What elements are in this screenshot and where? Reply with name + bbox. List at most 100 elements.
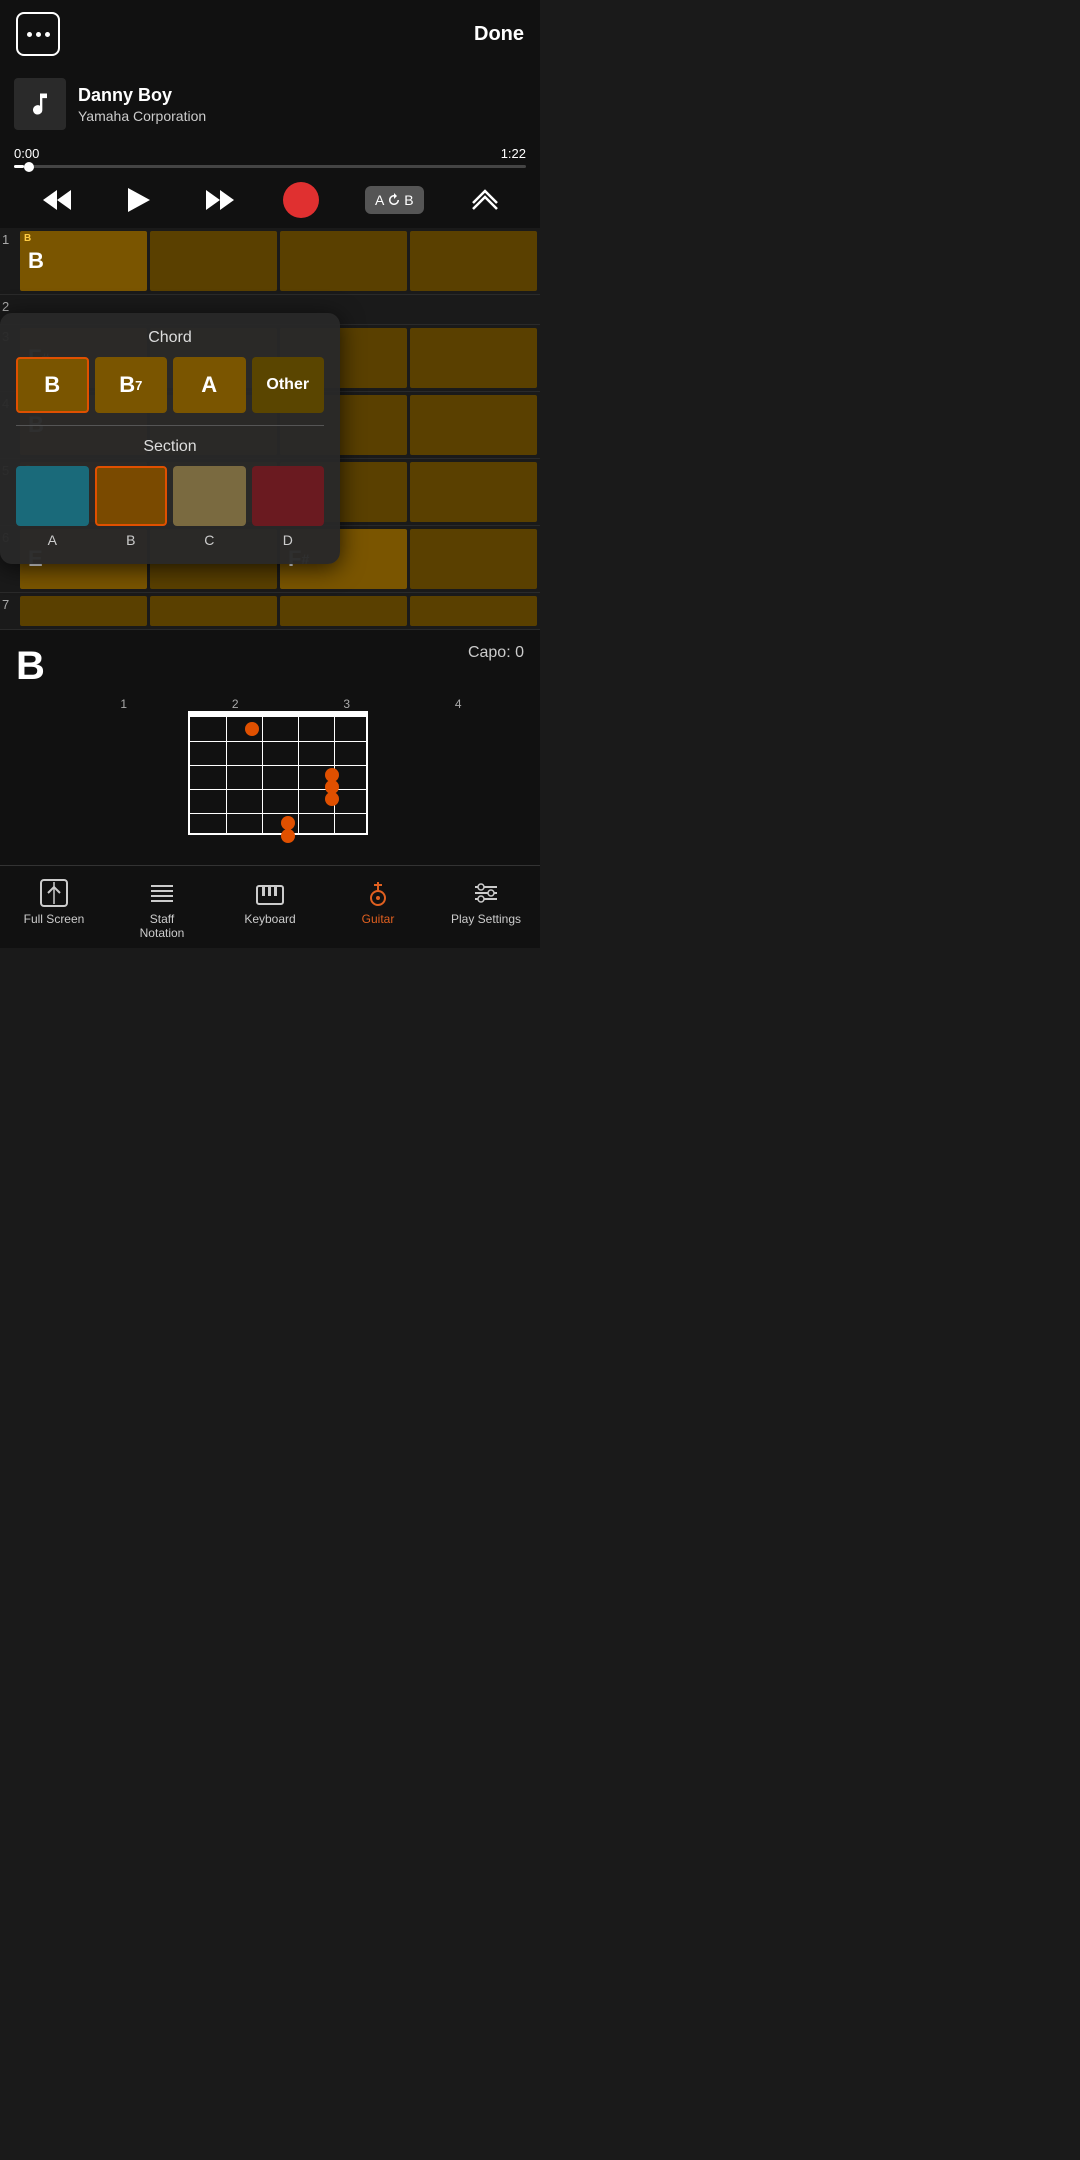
chord-cell-1-2[interactable] xyxy=(150,231,277,291)
chord-cell-1-4[interactable] xyxy=(410,231,537,291)
chord-grid-area: Chord B B7 A Other Section A B C D 1 B B xyxy=(0,228,540,630)
nav-guitar-label: Guitar xyxy=(362,912,395,926)
guitar-icon xyxy=(363,878,393,908)
ab-refresh-icon xyxy=(387,193,401,207)
string-line-1 xyxy=(226,717,227,833)
album-art xyxy=(14,78,66,130)
string-line-2 xyxy=(262,717,263,833)
fret-line-3 xyxy=(190,789,366,790)
finger-dot-6 xyxy=(281,829,295,843)
menu-dots-button[interactable] xyxy=(16,12,60,56)
progress-times: 0:00 1:22 xyxy=(14,146,526,161)
dot3 xyxy=(45,32,50,37)
chord-cell-1-3[interactable] xyxy=(280,231,407,291)
chord-cell-1-1[interactable]: B B xyxy=(20,231,147,291)
fret-num-2: 2 xyxy=(180,697,292,711)
fret-line-1 xyxy=(190,741,366,742)
keyboard-icon xyxy=(255,878,285,908)
chord-cell-4-4[interactable] xyxy=(410,395,537,455)
play-icon xyxy=(120,182,156,218)
chord-cell-6-4[interactable] xyxy=(410,529,537,589)
nav-play-settings[interactable]: Play Settings xyxy=(432,874,540,944)
progress-area[interactable]: 0:00 1:22 xyxy=(0,140,540,172)
fret-num-3: 3 xyxy=(291,697,403,711)
nav-staff-notation[interactable]: StaffNotation xyxy=(108,874,216,944)
progress-bar[interactable] xyxy=(14,165,526,168)
section-label-d: D xyxy=(252,532,325,548)
section-option-c[interactable] xyxy=(173,466,246,526)
nav-settings-label: Play Settings xyxy=(451,912,521,926)
track-text: Danny Boy Yamaha Corporation xyxy=(78,85,206,124)
nav-keyboard-label: Keyboard xyxy=(244,912,295,926)
section-labels-row: A B C D xyxy=(16,532,324,548)
section-popup-title: Section xyxy=(16,438,324,456)
priority-button[interactable] xyxy=(469,183,501,218)
measure-row-7: 7 xyxy=(0,593,540,630)
section-option-a[interactable] xyxy=(16,466,89,526)
track-title: Danny Boy xyxy=(78,85,206,106)
popup-divider xyxy=(16,425,324,426)
chord-cell-7-4[interactable] xyxy=(410,596,537,626)
chord-section-popup[interactable]: Chord B B7 A Other Section A B C D xyxy=(0,313,340,564)
chord-option-a[interactable]: A xyxy=(173,357,246,413)
fret-num-4: 4 xyxy=(403,697,515,711)
guitar-section: B Capo: 0 1 2 3 4 xyxy=(0,630,540,865)
staff-icon xyxy=(147,878,177,908)
nav-staff-label: StaffNotation xyxy=(140,912,185,940)
measure-num-7: 7 xyxy=(0,593,20,616)
ab-b-label: B xyxy=(404,192,413,208)
section-label-a: A xyxy=(16,532,89,548)
chord-cell-5-4[interactable] xyxy=(410,462,537,522)
guitar-diagram xyxy=(16,715,524,855)
section-option-b[interactable] xyxy=(95,466,168,526)
play-button[interactable] xyxy=(120,182,156,218)
chord-cells-7 xyxy=(20,593,540,629)
settings-icon xyxy=(471,878,501,908)
string-line-3 xyxy=(298,717,299,833)
dot1 xyxy=(27,32,32,37)
chord-option-other[interactable]: Other xyxy=(252,357,325,413)
section-option-d[interactable] xyxy=(252,466,325,526)
record-button[interactable] xyxy=(283,182,319,218)
guitar-chord-name: B xyxy=(16,644,45,689)
fret-grid xyxy=(188,715,368,835)
finger-dot-1 xyxy=(245,722,259,736)
fret-line-2 xyxy=(190,765,366,766)
progress-thumb[interactable] xyxy=(24,162,34,172)
measure-row-1: 1 B B xyxy=(0,228,540,295)
fret-numbers-row: 1 2 3 4 xyxy=(16,697,524,711)
total-time: 1:22 xyxy=(501,146,526,161)
done-button[interactable]: Done xyxy=(474,23,524,46)
nav-fullscreen[interactable]: Full Screen xyxy=(0,874,108,944)
chord-cell-3-4[interactable] xyxy=(410,328,537,388)
music-icon xyxy=(26,90,54,118)
chord-cell-7-2[interactable] xyxy=(150,596,277,626)
chord-cell-7-3[interactable] xyxy=(280,596,407,626)
nav-keyboard[interactable]: Keyboard xyxy=(216,874,324,944)
dot2 xyxy=(36,32,41,37)
nav-guitar[interactable]: Guitar xyxy=(324,874,432,944)
header: Done xyxy=(0,0,540,68)
rewind-button[interactable] xyxy=(39,182,75,218)
fast-forward-icon xyxy=(202,182,238,218)
section-label-c: C xyxy=(173,532,246,548)
chord-cell-7-1[interactable] xyxy=(20,596,147,626)
chord-option-b[interactable]: B xyxy=(16,357,89,413)
section-label-b: B xyxy=(95,532,168,548)
chord-options-row: B B7 A Other xyxy=(16,357,324,413)
finger-dot-5 xyxy=(281,816,295,830)
nav-fullscreen-label: Full Screen xyxy=(24,912,85,926)
track-info: Danny Boy Yamaha Corporation xyxy=(0,68,540,140)
finger-dot-4 xyxy=(325,792,339,806)
playback-controls: A B xyxy=(0,172,540,228)
chord-option-b7[interactable]: B7 xyxy=(95,357,168,413)
section-tag-B: B xyxy=(24,233,31,244)
ab-label: A xyxy=(375,192,384,208)
chord-popup-title: Chord xyxy=(16,329,324,347)
fullscreen-icon xyxy=(39,878,69,908)
capo-label: Capo: 0 xyxy=(468,644,524,662)
fret-line-4 xyxy=(190,813,366,814)
diagram-container xyxy=(160,715,380,855)
ab-button[interactable]: A B xyxy=(365,186,424,214)
fast-forward-button[interactable] xyxy=(202,182,238,218)
